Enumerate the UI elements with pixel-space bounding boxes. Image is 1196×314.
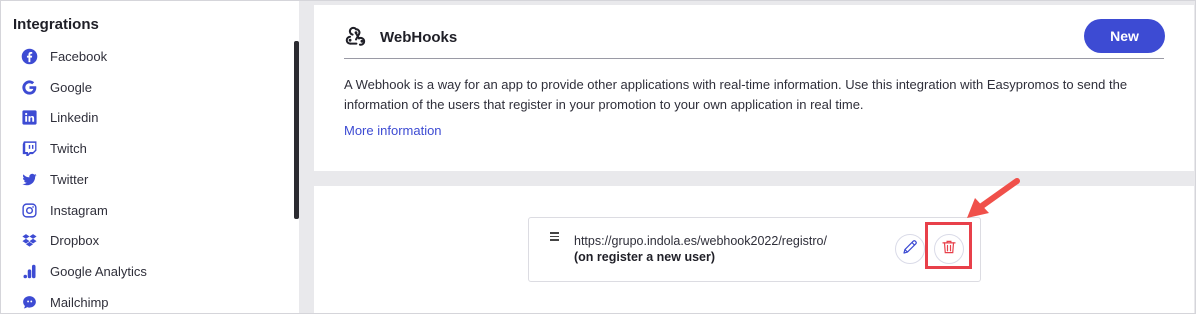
- sidebar-item-label: Google: [50, 79, 92, 95]
- webhook-url: https://grupo.indola.es/webhook2022/regi…: [574, 234, 827, 248]
- sidebar-item-twitch[interactable]: Twitch: [1, 133, 293, 164]
- annotation-arrow-icon: [967, 178, 1020, 218]
- pencil-icon: [901, 238, 919, 261]
- webhook-description: A Webhook is a way for an app to provide…: [344, 77, 1128, 112]
- twitch-icon: [20, 140, 38, 158]
- sidebar-item-twitter[interactable]: Twitter: [1, 164, 293, 195]
- sidebar-item-label: Mailchimp: [50, 294, 109, 310]
- sidebar-item-label: Google Analytics: [50, 264, 147, 280]
- integrations-sidebar: Integrations Facebook Google Linkedin Tw…: [1, 1, 299, 313]
- sidebar-item-google[interactable]: Google: [1, 72, 293, 103]
- sidebar-list: Facebook Google Linkedin Twitch Twitter: [1, 41, 293, 313]
- twitter-icon: [20, 170, 38, 188]
- sidebar-title: Integrations: [13, 16, 99, 33]
- google-icon: [20, 78, 38, 96]
- sidebar-item-mailchimp[interactable]: Mailchimp: [1, 287, 293, 313]
- linkedin-icon: [20, 109, 38, 127]
- webhooks-card: WebHooks New A Webhook is a way for an a…: [314, 5, 1194, 171]
- facebook-icon: [20, 47, 38, 65]
- new-webhook-button[interactable]: New: [1084, 19, 1165, 53]
- sidebar-scrollbar[interactable]: [294, 41, 299, 219]
- webhook-list-card: https://grupo.indola.es/webhook2022/regi…: [314, 186, 1194, 314]
- webhook-item: https://grupo.indola.es/webhook2022/regi…: [528, 217, 981, 282]
- sidebar-item-instagram[interactable]: Instagram: [1, 195, 293, 226]
- edit-webhook-button[interactable]: [895, 234, 925, 264]
- instagram-icon: [20, 201, 38, 219]
- webhook-icon: [344, 25, 368, 49]
- dropbox-icon: [20, 232, 38, 250]
- sidebar-item-facebook[interactable]: Facebook: [1, 41, 293, 72]
- sidebar-item-label: Twitch: [50, 141, 87, 157]
- card-header: WebHooks New: [344, 19, 1165, 59]
- sidebar-item-label: Linkedin: [50, 110, 99, 126]
- sidebar-item-linkedin[interactable]: Linkedin: [1, 103, 293, 134]
- sidebar-item-label: Twitter: [50, 171, 89, 187]
- sidebar-item-dropbox[interactable]: Dropbox: [1, 226, 293, 257]
- drag-handle-icon[interactable]: [550, 232, 559, 243]
- card-title: WebHooks: [380, 29, 458, 46]
- mailchimp-icon: [20, 293, 38, 311]
- sidebar-item-label: Dropbox: [50, 233, 100, 249]
- google-analytics-icon: [20, 263, 38, 281]
- webhook-trigger: (on register a new user): [574, 250, 716, 264]
- sidebar-item-label: Facebook: [50, 48, 108, 64]
- trash-icon: [940, 238, 958, 261]
- sidebar-item-label: Instagram: [50, 202, 108, 218]
- more-information-link[interactable]: More information: [344, 123, 442, 138]
- sidebar-item-google-analytics[interactable]: Google Analytics: [1, 256, 293, 287]
- delete-webhook-button[interactable]: [934, 234, 964, 264]
